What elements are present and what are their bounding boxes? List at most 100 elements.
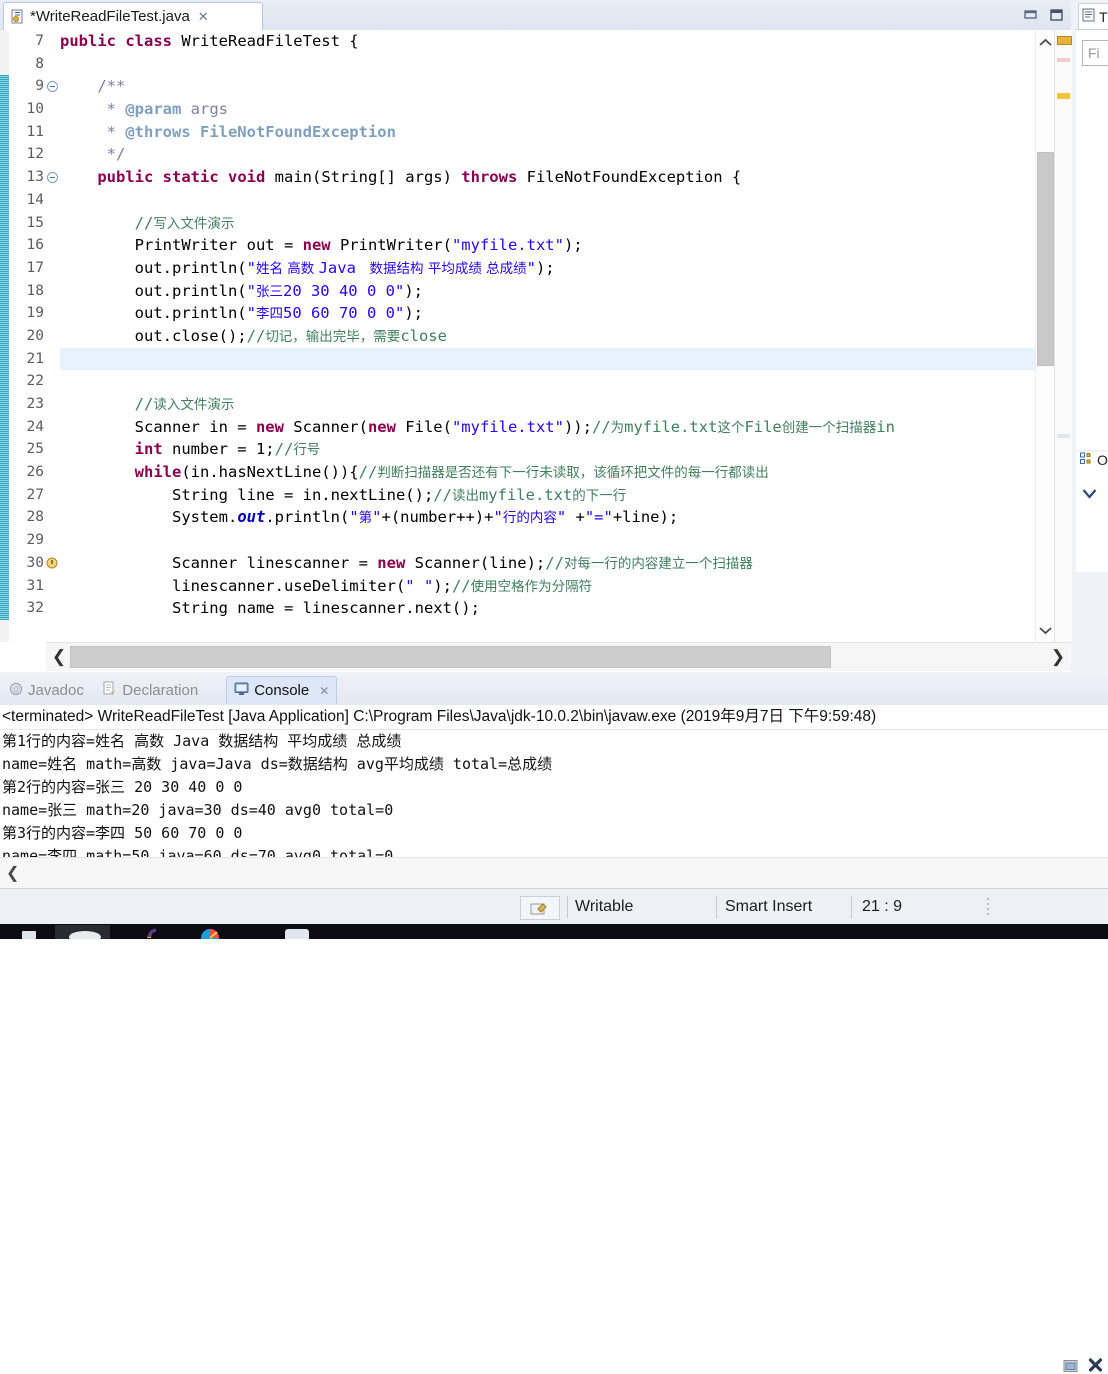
line-number: 22 [26,373,44,390]
code-token: FileNotFoundException { [526,168,742,187]
code-line[interactable]: out.close();//切记，输出完毕，需要close [60,325,1035,348]
console-tab-javadoc[interactable]: @ Javadoc [2,676,91,704]
right-dock-tab[interactable]: T [1078,3,1108,29]
code-line[interactable]: String name = linescanner.next(); [60,597,1035,620]
outline-section-header[interactable]: O [1080,452,1108,468]
code-line[interactable]: linescanner.useDelimiter(" ");//使用空格作为分隔… [60,575,1035,598]
line-number: 7 [35,33,44,49]
code-token: " [349,508,359,527]
horizontal-scroll-thumb[interactable] [70,646,831,668]
code-line[interactable]: public class WriteReadFileTest { [60,30,1035,53]
overview-occurrence-marker[interactable] [1057,58,1070,62]
code-line[interactable]: System.out.println("第"+(number++)+"行的内容"… [60,506,1035,529]
scroll-right-icon[interactable]: ❯ [1047,646,1069,668]
editor-vertical-scrollbar[interactable] [1035,30,1055,642]
code-token: // [433,485,452,504]
line-number-ruler: 7 8 9 10 11 12 13 14 15 16 17 18 19 20 21 22 23 24 25 26 27 2… [9,30,46,642]
code-token: while [60,463,182,482]
taskbar-app-1-icon[interactable] [140,925,170,939]
maximize-icon[interactable] [1048,7,1065,22]
code-line[interactable]: */ [60,143,1035,166]
editor-tab-writereadfiletest[interactable]: *WriteReadFileTest.java ✕ [3,2,263,30]
scroll-left-icon[interactable]: ❮ [48,646,70,668]
code-line[interactable]: int number = 1;//行号 [60,438,1035,461]
editor-tab-bar: *WriteReadFileTest.java ✕ [0,0,1071,31]
change-bar [0,75,9,621]
code-token: "=" [584,508,613,527]
code-line[interactable] [60,370,1035,393]
close-icon[interactable]: ✕ [319,684,329,698]
status-overflow-icon[interactable] [986,897,990,915]
code-token: System. [60,508,238,527]
editor-horizontal-scrollbar[interactable]: ❮ ❯ [46,642,1071,671]
line-number: 25 [26,441,44,458]
overview-info-marker[interactable] [1057,434,1070,438]
taskbar-start-icon[interactable] [18,925,44,939]
code-line[interactable]: out.println("姓名 高数 Java 数据结构 平均成绩 总成绩"); [60,257,1035,280]
console-tab-console[interactable]: Console ✕ [226,676,338,704]
code-line[interactable]: * @param args [60,98,1035,121]
minimize-icon[interactable] [1022,7,1039,22]
windows-taskbar[interactable] [0,924,1108,947]
fold-toggle-icon[interactable] [47,81,58,93]
code-line[interactable] [60,347,1035,371]
console-tab-declaration[interactable]: Declaration [96,676,205,704]
code-line[interactable]: //写入文件演示 [60,212,1035,235]
code-line[interactable]: out.println("张三20 30 40 0 0"); [60,280,1035,303]
maximize-panel-icon[interactable] [1062,1357,1079,1374]
code-line[interactable]: /** [60,75,1035,98]
line-number: 32 [26,600,44,617]
code-line[interactable] [60,189,1035,212]
code-token: myfile.txt [478,485,573,504]
code-token: " [246,304,256,323]
close-panel-icon[interactable] [1087,1357,1104,1374]
code-token: int [60,440,172,459]
code-token: String line = in.nextLine(); [60,485,434,504]
writable-mode-icon[interactable] [520,896,560,920]
code-token: new [255,417,294,436]
console-output[interactable]: <terminated> WriteReadFileTest [Java App… [0,705,1108,857]
code-line[interactable]: Scanner linescanner = new Scanner(line);… [60,552,1035,575]
code-line[interactable] [60,529,1035,552]
vertical-scroll-thumb[interactable] [1037,152,1054,366]
declaration-icon [103,681,117,699]
overview-ruler[interactable] [1054,30,1072,642]
code-line[interactable]: //读入文件演示 [60,393,1035,416]
code-token: public [60,168,163,187]
code-line[interactable]: * @throws FileNotFoundException [60,121,1035,144]
line-number: 16 [26,237,44,254]
code-token: @throws [125,122,200,141]
code-line[interactable]: out.println("李四50 60 70 0 0"); [60,302,1035,325]
console-panel: @ Javadoc Declaration Console ✕ <terminated>… [0,675,1108,1372]
code-line[interactable]: String line = in.nextLine();//读出myfile.t… [60,484,1035,507]
taskbar-search-box[interactable] [55,925,110,943]
code-line[interactable]: while(in.hasNextLine()){//判断扫描器是否还有下一行未读… [60,461,1035,484]
console-tab-bar: @ Javadoc Declaration Console ✕ [0,675,1108,706]
console-tab-label: Console [254,682,310,699]
code-line[interactable] [60,53,1035,76]
console-scroll-left-icon[interactable]: ❮ [6,863,19,883]
code-line[interactable]: PrintWriter out = new PrintWriter("myfil… [60,234,1035,257]
code-line[interactable]: Scanner in = new Scanner(new File("myfil… [60,416,1035,439]
change-gutter [0,30,9,642]
code-editor-area[interactable]: 7 8 9 10 11 12 13 14 15 16 17 18 19 20 21 22 23 24 25 26 27 2… [0,30,1071,642]
fold-toggle-icon[interactable] [47,172,58,184]
filter-input[interactable]: Fi [1082,40,1108,66]
code-token: " [372,508,382,527]
code-token: new [302,236,340,255]
code-line[interactable]: public static void main(String[] args) t… [60,166,1035,189]
taskbar-app-2-icon[interactable] [195,925,225,947]
taskbar-app-3-icon[interactable] [280,925,314,941]
warning-marker-icon[interactable] [46,556,60,570]
close-icon[interactable]: ✕ [198,10,209,23]
scroll-down-icon[interactable] [1036,620,1055,640]
console-horizontal-scrollbar[interactable]: ❮ [0,857,1108,889]
scroll-up-icon[interactable] [1036,32,1055,52]
overview-warning-marker-2[interactable] [1057,93,1070,99]
chevron-down-icon[interactable] [1082,486,1097,503]
code-token: " [556,508,567,527]
overview-warning-marker[interactable] [1057,36,1072,45]
line-number: 11 [26,123,44,140]
folding-ruler[interactable] [46,30,60,642]
source-code[interactable]: public class WriteReadFileTest { /** * @… [60,30,1035,642]
